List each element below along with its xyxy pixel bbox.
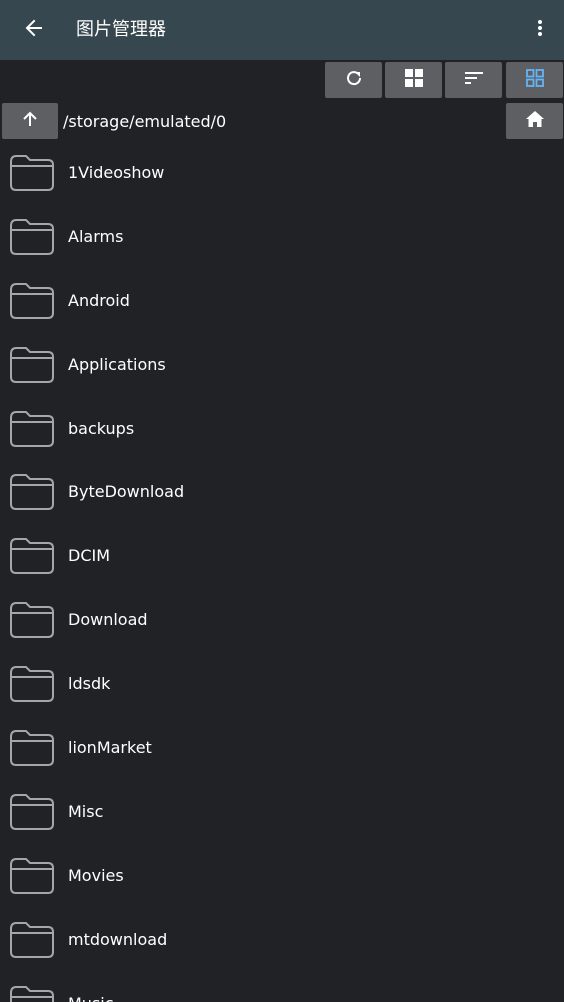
- folder-icon: [9, 410, 55, 448]
- list-item-android[interactable]: Android: [0, 269, 564, 333]
- overflow-menu-button[interactable]: [528, 10, 552, 50]
- more-vert-icon: [537, 19, 543, 41]
- list-item-alarms[interactable]: Alarms: [0, 205, 564, 269]
- sort-button[interactable]: [445, 62, 502, 98]
- refresh-icon: [344, 68, 364, 92]
- list-item-1videoshow[interactable]: 1Videoshow: [0, 141, 564, 205]
- folder-icon: [9, 537, 55, 575]
- list-item-label: DCIM: [68, 546, 111, 566]
- folder-icon: [9, 473, 55, 511]
- folder-icon: [9, 921, 55, 959]
- folder-icon: [9, 282, 55, 320]
- folder-icon: [9, 154, 55, 192]
- folder-icon: [9, 601, 55, 639]
- list-item-dcim[interactable]: DCIM: [0, 524, 564, 588]
- grid-small-icon: [525, 69, 544, 91]
- refresh-button[interactable]: [325, 62, 382, 98]
- list-item-applications[interactable]: Applications: [0, 333, 564, 397]
- sort-icon: [464, 70, 484, 90]
- list-item-movies[interactable]: Movies: [0, 844, 564, 908]
- large-grid-view-button[interactable]: [385, 62, 442, 98]
- list-item-label: Misc: [68, 801, 104, 821]
- list-item-label: Movies: [68, 865, 124, 885]
- list-item-label: ByteDownload: [68, 482, 185, 502]
- folder-icon: [9, 346, 55, 384]
- list-item-label: Download: [68, 610, 148, 630]
- list-item-label: Android: [68, 290, 130, 310]
- app-bar: 图片管理器: [0, 0, 564, 60]
- list-item-label: Music: [68, 972, 114, 1002]
- list-item-label: 1Videoshow: [68, 163, 165, 182]
- list-item-label: ldsdk: [68, 674, 111, 694]
- list-item-mtdownload[interactable]: mtdownload: [0, 908, 564, 972]
- list-item-lionmarket[interactable]: lionMarket: [0, 716, 564, 780]
- list-item-download[interactable]: Download: [0, 588, 564, 652]
- list-item-label: Alarms: [68, 226, 124, 246]
- list-item-label: backups: [68, 418, 135, 438]
- list-item-backups[interactable]: backups: [0, 397, 564, 461]
- folder-icon: [9, 857, 55, 895]
- current-path: /storage/emulated/0: [63, 112, 227, 131]
- list-item-label: lionMarket: [68, 738, 152, 758]
- list-item-music[interactable]: Music: [0, 972, 564, 1002]
- small-grid-view-button[interactable]: [506, 62, 563, 98]
- list-item-label: Applications: [68, 354, 166, 374]
- arrow-left-icon: [24, 18, 44, 42]
- grid-large-icon: [404, 69, 423, 91]
- folder-list: 1Videoshow Alarms Android Applications b…: [0, 141, 564, 1002]
- home-icon: [525, 111, 544, 131]
- list-item-misc[interactable]: Misc: [0, 780, 564, 844]
- list-item-label: mtdownload: [68, 929, 168, 949]
- folder-icon: [9, 793, 55, 831]
- page-title: 图片管理器: [76, 19, 166, 40]
- folder-icon: [9, 985, 55, 1002]
- home-button[interactable]: [506, 103, 563, 139]
- folder-icon: [9, 218, 55, 256]
- list-item-bytedownload[interactable]: ByteDownload: [0, 460, 564, 524]
- up-directory-button[interactable]: [2, 103, 58, 139]
- list-item-ldsdk[interactable]: ldsdk: [0, 652, 564, 716]
- folder-icon: [9, 665, 55, 703]
- back-button[interactable]: [14, 10, 54, 50]
- folder-icon: [9, 729, 55, 767]
- arrow-up-icon: [21, 110, 39, 132]
